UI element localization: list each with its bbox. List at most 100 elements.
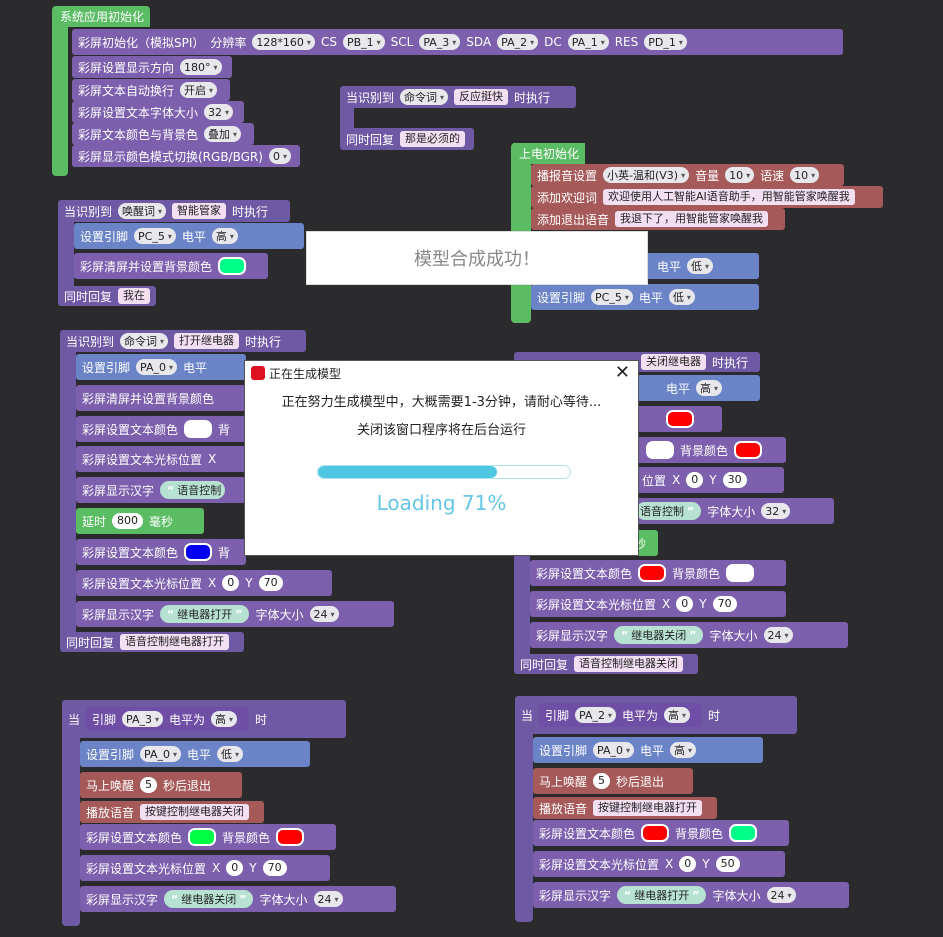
relay-on-textcolor2[interactable]: 彩屏设置文本颜色 背: [76, 539, 246, 565]
volume-dropdown[interactable]: 10: [725, 167, 755, 183]
level-dropdown[interactable]: 高: [670, 742, 697, 758]
pin-dropdown[interactable]: PA_3: [122, 711, 163, 727]
btn-left-cursor[interactable]: 彩屏设置文本光标位置 X 0 Y 70: [80, 855, 330, 881]
pin-dropdown[interactable]: PC_5: [134, 228, 176, 244]
btn-right-header[interactable]: 当 引脚 PA_2 电平为 高 时: [515, 696, 797, 734]
sysinit-row[interactable]: 彩屏显示颜色模式切换(RGB/BGR) 0: [72, 145, 300, 167]
resolution-dropdown[interactable]: 128*160: [252, 34, 315, 50]
type-dropdown[interactable]: 命令词: [400, 89, 449, 105]
y-input[interactable]: 70: [262, 860, 287, 876]
btn-right-textcolor[interactable]: 彩屏设置文本颜色 背景颜色: [533, 820, 789, 846]
power-exit-row[interactable]: 添加退出语音 我退下了，用智能管家唤醒我: [531, 208, 785, 230]
color-swatch[interactable]: [638, 564, 667, 582]
color-swatch[interactable]: [734, 441, 763, 459]
cs-dropdown[interactable]: PB_1: [342, 34, 385, 50]
string-field[interactable]: 语音控制”: [636, 502, 702, 520]
relay-on-show[interactable]: 彩屏显示汉字 “语音控制: [76, 477, 246, 503]
size-dropdown[interactable]: 24: [766, 887, 796, 903]
relay-on-reply[interactable]: 同时回复 语音控制继电器打开: [60, 632, 244, 652]
color-swatch[interactable]: [184, 420, 213, 438]
sysinit-header[interactable]: 系统应用初始化: [54, 6, 151, 27]
sysinit-row[interactable]: 彩屏设置文本字体大小 32: [72, 101, 244, 123]
sysinit-row[interactable]: 彩屏设置显示方向 180°: [72, 56, 232, 78]
pin-dropdown[interactable]: PA_0: [136, 359, 177, 375]
color-swatch[interactable]: [646, 441, 674, 459]
level-dropdown[interactable]: 低: [668, 289, 695, 305]
power-setpin-row[interactable]: 设置引脚 PC_5 电平 低: [531, 284, 759, 310]
btn-right-setpin[interactable]: 设置引脚 PA_0 电平 高: [533, 737, 763, 763]
word-field[interactable]: 关闭继电器: [640, 354, 706, 370]
btn-left-textcolor[interactable]: 彩屏设置文本颜色 背景颜色: [80, 824, 336, 850]
x-input[interactable]: 0: [679, 856, 697, 872]
close-icon[interactable]: ✕: [615, 362, 630, 383]
pin-cond[interactable]: 引脚 PA_2 电平为 高: [539, 703, 703, 727]
relay-on-show2[interactable]: 彩屏显示汉字 “继电器打开” 字体大小 24: [76, 601, 394, 627]
word-field[interactable]: 打开继电器: [174, 333, 240, 349]
welcome-field[interactable]: 欢迎使用人工智能AI语音助手，用智能管家唤醒我: [603, 189, 855, 205]
relay-on-block[interactable]: [60, 330, 76, 652]
cmd-delay-reply[interactable]: 同时回复 那是必须的: [340, 128, 474, 150]
pin-dropdown[interactable]: PC_5: [591, 289, 633, 305]
x-input[interactable]: 0: [686, 472, 704, 488]
color-swatch[interactable]: [184, 543, 213, 561]
dropdown[interactable]: 180°: [180, 59, 222, 75]
wake-header[interactable]: 当识别到 唤醒词 智能管家 时执行: [58, 200, 290, 222]
dropdown[interactable]: 开启: [180, 82, 218, 98]
word-field[interactable]: 反应挺快: [454, 89, 509, 105]
level-dropdown[interactable]: 高: [211, 228, 238, 244]
relay-on-header[interactable]: 当识别到 命令词 打开继电器 时执行: [60, 330, 306, 352]
relay-on-cursor[interactable]: 彩屏设置文本光标位置 X: [76, 446, 246, 472]
speed-dropdown[interactable]: 10: [790, 167, 820, 183]
y-input[interactable]: 30: [722, 472, 747, 488]
reply-field[interactable]: 语音控制继电器关闭: [574, 656, 684, 672]
relay-off-reply[interactable]: 同时回复 语音控制继电器关闭: [514, 654, 698, 674]
btn-right-play[interactable]: 播放语音 按键控制继电器打开: [533, 797, 717, 819]
wake-clear-row[interactable]: 彩屏清屏并设置背景颜色: [74, 253, 268, 279]
btn-left-header[interactable]: 当 引脚 PA_3 电平为 高 时: [62, 700, 346, 738]
relay-on-cursor2[interactable]: 彩屏设置文本光标位置 X 0 Y 70: [76, 570, 332, 596]
relay-on-delay[interactable]: 延时 800 毫秒: [76, 508, 204, 534]
color-swatch[interactable]: [666, 410, 694, 428]
wake-reply[interactable]: 同时回复 我在: [58, 286, 156, 306]
size-dropdown[interactable]: 32: [761, 503, 791, 519]
btn-left-setpin[interactable]: 设置引脚 PA_0 电平 低: [80, 741, 310, 767]
relay-off-cursor2[interactable]: 彩屏设置文本光标位置 X 0 Y 70: [530, 591, 786, 617]
dropdown[interactable]: 32: [204, 104, 234, 120]
y-input[interactable]: 50: [715, 856, 740, 872]
play-field[interactable]: 按键控制继电器打开: [593, 800, 703, 816]
level-dropdown[interactable]: 低: [217, 746, 244, 762]
play-field[interactable]: 按键控制继电器关闭: [140, 804, 250, 820]
y-input[interactable]: 70: [712, 596, 737, 612]
relay-on-clear[interactable]: 彩屏清屏并设置背景颜色: [76, 385, 246, 411]
scl-dropdown[interactable]: PA_3: [419, 34, 461, 50]
sysinit-row[interactable]: 彩屏文本自动换行 开启: [72, 79, 230, 101]
level-dropdown[interactable]: 低: [687, 258, 714, 274]
delay-input[interactable]: 800: [112, 513, 144, 529]
sysinit-spi-row[interactable]: 彩屏初始化（模拟SPI） 分辨率 128*160 CS PB_1 SCL PA_…: [72, 29, 843, 55]
color-swatch[interactable]: [726, 564, 755, 582]
x-input[interactable]: 0: [222, 575, 240, 591]
dropdown[interactable]: 叠加: [204, 126, 242, 142]
level-dropdown[interactable]: 高: [664, 707, 691, 723]
dc-dropdown[interactable]: PA_1: [567, 34, 609, 50]
relay-off-textcolor2[interactable]: 彩屏设置文本颜色 背景颜色: [530, 560, 786, 586]
wake-input[interactable]: 5: [593, 773, 611, 789]
reply-field[interactable]: 那是必须的: [400, 131, 466, 147]
size-dropdown[interactable]: 24: [309, 606, 339, 622]
size-dropdown[interactable]: 24: [763, 627, 793, 643]
reply-field[interactable]: 我在: [118, 288, 151, 304]
level-dropdown[interactable]: 高: [211, 711, 238, 727]
pin-cond[interactable]: 引脚 PA_3 电平为 高: [86, 707, 250, 731]
power-welcome-row[interactable]: 添加欢迎词 欢迎使用人工智能AI语音助手，用智能管家唤醒我: [531, 186, 883, 208]
exit-field[interactable]: 我退下了，用智能管家唤醒我: [615, 211, 769, 227]
btn-left-play[interactable]: 播放语音 按键控制继电器关闭: [80, 801, 264, 823]
color-swatch[interactable]: [729, 824, 758, 842]
btn-right-cursor[interactable]: 彩屏设置文本光标位置 X 0 Y 50: [533, 851, 785, 877]
btn-right-wake[interactable]: 马上唤醒 5 秒后退出: [533, 768, 693, 794]
color-swatch[interactable]: [641, 824, 670, 842]
type-dropdown[interactable]: 命令词: [120, 333, 169, 349]
relay-off-show2[interactable]: 彩屏显示汉字 “继电器关闭” 字体大小 24: [530, 622, 848, 648]
power-header[interactable]: 上电初始化: [513, 143, 586, 164]
btn-right-show[interactable]: 彩屏显示汉字 “继电器打开” 字体大小 24: [533, 882, 849, 908]
sysinit-block[interactable]: [52, 6, 68, 176]
